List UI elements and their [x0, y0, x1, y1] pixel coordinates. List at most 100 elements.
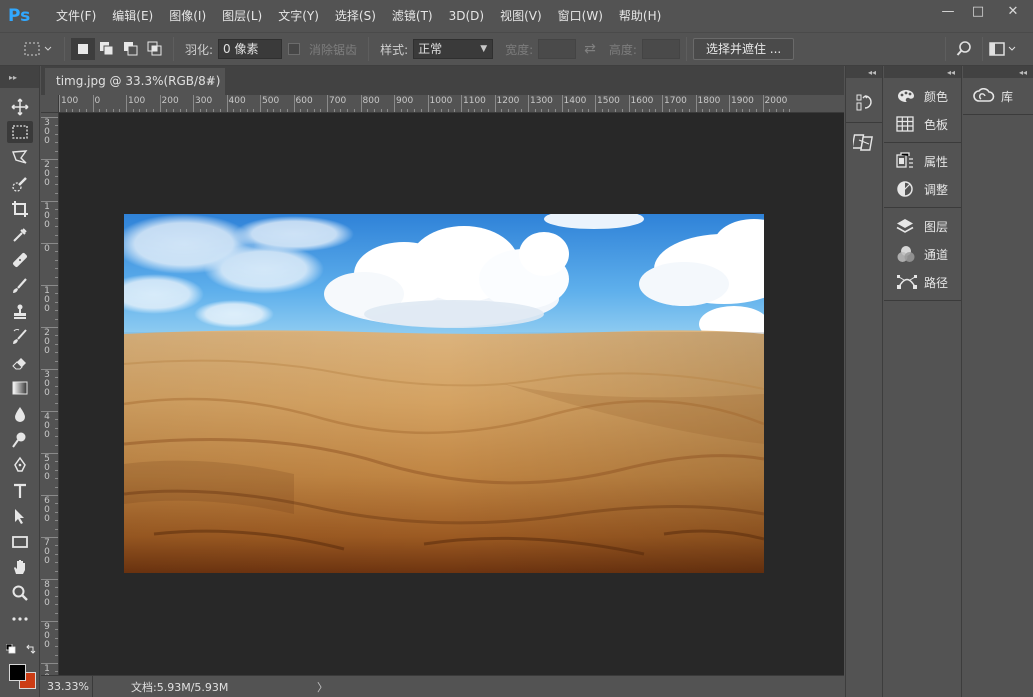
status-menu-arrow-icon[interactable]: 〉 — [317, 679, 328, 695]
ruler-minor-tick — [273, 109, 275, 112]
swap-colors-icon[interactable] — [26, 644, 36, 654]
selection-mode-group — [71, 32, 167, 66]
style-select[interactable]: 正常 ▼ — [413, 39, 494, 59]
panel-collapse-arrows[interactable]: ◂◂ — [884, 66, 961, 78]
swap-width-height-icon[interactable]: ⇄ — [584, 41, 596, 57]
eyedropper-tool[interactable] — [0, 222, 40, 248]
pen-icon — [14, 456, 26, 472]
ruler-minor-tick — [481, 109, 483, 112]
menu-help[interactable]: 帮助(H) — [611, 0, 669, 32]
toolbox-collapse[interactable]: ▸▸ — [0, 66, 39, 88]
layers-panel-button[interactable]: 图层 — [884, 212, 961, 240]
ruler-minor-tick — [541, 109, 543, 112]
menu-window[interactable]: 窗口(W) — [550, 0, 611, 32]
ruler-minor-tick — [380, 109, 382, 112]
height-input[interactable] — [641, 39, 680, 59]
adjustments-panel-button[interactable]: 调整 — [884, 175, 961, 203]
subtract-selection-icon — [124, 42, 138, 56]
lasso-tool[interactable] — [0, 145, 40, 171]
intersect-selection-button[interactable] — [143, 38, 167, 60]
ruler-minor-tick — [507, 109, 509, 112]
menu-edit[interactable]: 编辑(E) — [104, 0, 161, 32]
pen-tool[interactable] — [0, 452, 40, 478]
adjustments-icon — [897, 181, 913, 197]
menu-3d[interactable]: 3D(D) — [441, 0, 492, 32]
eraser-tool[interactable] — [0, 350, 40, 376]
ruler-minor-tick — [55, 478, 58, 480]
menu-filter[interactable]: 滤镜(T) — [384, 0, 441, 32]
new-selection-button[interactable] — [71, 38, 95, 60]
panel-collapse-arrows[interactable]: ◂◂ — [846, 66, 882, 78]
document-tab[interactable]: timg.jpg @ 33.3%(RGB/8#) × — [45, 68, 225, 95]
workspace-switcher[interactable] — [989, 42, 1025, 56]
move-tool[interactable] — [0, 94, 40, 120]
color-panel-button[interactable]: 颜色 — [884, 82, 961, 110]
ruler-minor-tick — [55, 545, 58, 547]
crop-tool[interactable] — [0, 196, 40, 222]
subtract-selection-button[interactable] — [119, 38, 143, 60]
ruler-minor-tick — [55, 184, 58, 186]
swatches-panel-button[interactable]: 色板 — [884, 110, 961, 138]
clone-source-panel-button[interactable] — [846, 127, 882, 157]
paths-panel-button[interactable]: 路径 — [884, 268, 961, 296]
ruler-minor-tick — [715, 109, 717, 112]
properties-panel-button[interactable]: 属性 — [884, 147, 961, 175]
antialias-checkbox[interactable] — [288, 43, 301, 55]
marquee-tool[interactable] — [0, 120, 40, 146]
add-selection-button[interactable] — [95, 38, 119, 60]
zoom-level[interactable]: 33.33% — [41, 675, 93, 697]
ruler-minor-tick — [55, 301, 58, 303]
feather-input[interactable]: 0 像素 — [218, 39, 283, 59]
menu-view[interactable]: 视图(V) — [492, 0, 550, 32]
tool-preset-picker[interactable] — [18, 37, 58, 61]
width-input[interactable] — [538, 39, 577, 59]
minimize-button[interactable]: — — [933, 0, 963, 22]
panel-collapse-arrows[interactable]: ◂◂ — [963, 66, 1033, 78]
clone-stamp-tool[interactable] — [0, 299, 40, 325]
ruler-minor-tick — [474, 109, 476, 112]
color-panel-label: 颜色 — [924, 89, 949, 104]
paths-panel-label: 路径 — [924, 275, 949, 290]
menu-select[interactable]: 选择(S) — [327, 0, 384, 32]
ruler-minor-tick — [219, 109, 221, 112]
rectangle-tool[interactable] — [0, 529, 40, 555]
channels-panel-label: 通道 — [924, 247, 949, 262]
foreground-color-swatch[interactable] — [9, 664, 26, 681]
ruler-origin[interactable] — [41, 95, 59, 113]
ruler-minor-tick — [55, 234, 58, 236]
menu-image[interactable]: 图像(I) — [161, 0, 214, 32]
menu-type[interactable]: 文字(Y) — [270, 0, 327, 32]
channels-panel-button[interactable]: 通道 — [884, 240, 961, 268]
ruler-minor-tick — [514, 109, 516, 112]
dodge-tool[interactable] — [0, 427, 40, 453]
brush-tool[interactable] — [0, 273, 40, 299]
ruler-minor-tick — [55, 629, 58, 631]
maximize-button[interactable]: □ — [963, 0, 993, 22]
document-image[interactable] — [124, 214, 764, 573]
ruler-tick — [92, 95, 94, 112]
history-panel-button[interactable] — [846, 88, 882, 118]
type-tool[interactable] — [0, 478, 40, 504]
feather-label: 羽化: — [185, 42, 214, 57]
library-panel-button[interactable]: 库 — [963, 82, 1033, 110]
path-selection-tool[interactable] — [0, 504, 40, 530]
menu-file[interactable]: 文件(F) — [48, 0, 104, 32]
more-tools[interactable] — [0, 606, 40, 632]
default-colors-icon[interactable] — [6, 644, 16, 654]
menu-layer[interactable]: 图层(L) — [214, 0, 270, 32]
hand-tool[interactable] — [0, 555, 40, 581]
select-and-mask-button[interactable]: 选择并遮住 ... — [692, 38, 795, 60]
blur-tool[interactable] — [0, 401, 40, 427]
ruler-minor-tick — [55, 654, 58, 656]
search-button[interactable] — [952, 41, 976, 57]
healing-brush-tool[interactable] — [0, 248, 40, 274]
quick-selection-tool[interactable] — [0, 171, 40, 197]
history-brush-tool[interactable] — [0, 324, 40, 350]
library-panel-label: 库 — [1001, 89, 1014, 104]
ruler-label: 600 — [44, 496, 50, 524]
gradient-tool[interactable] — [0, 376, 40, 402]
zoom-tool[interactable] — [0, 580, 40, 606]
style-select-value: 正常 — [418, 42, 443, 56]
close-tab-icon[interactable]: × — [206, 68, 215, 95]
close-button[interactable]: ✕ — [993, 0, 1033, 22]
